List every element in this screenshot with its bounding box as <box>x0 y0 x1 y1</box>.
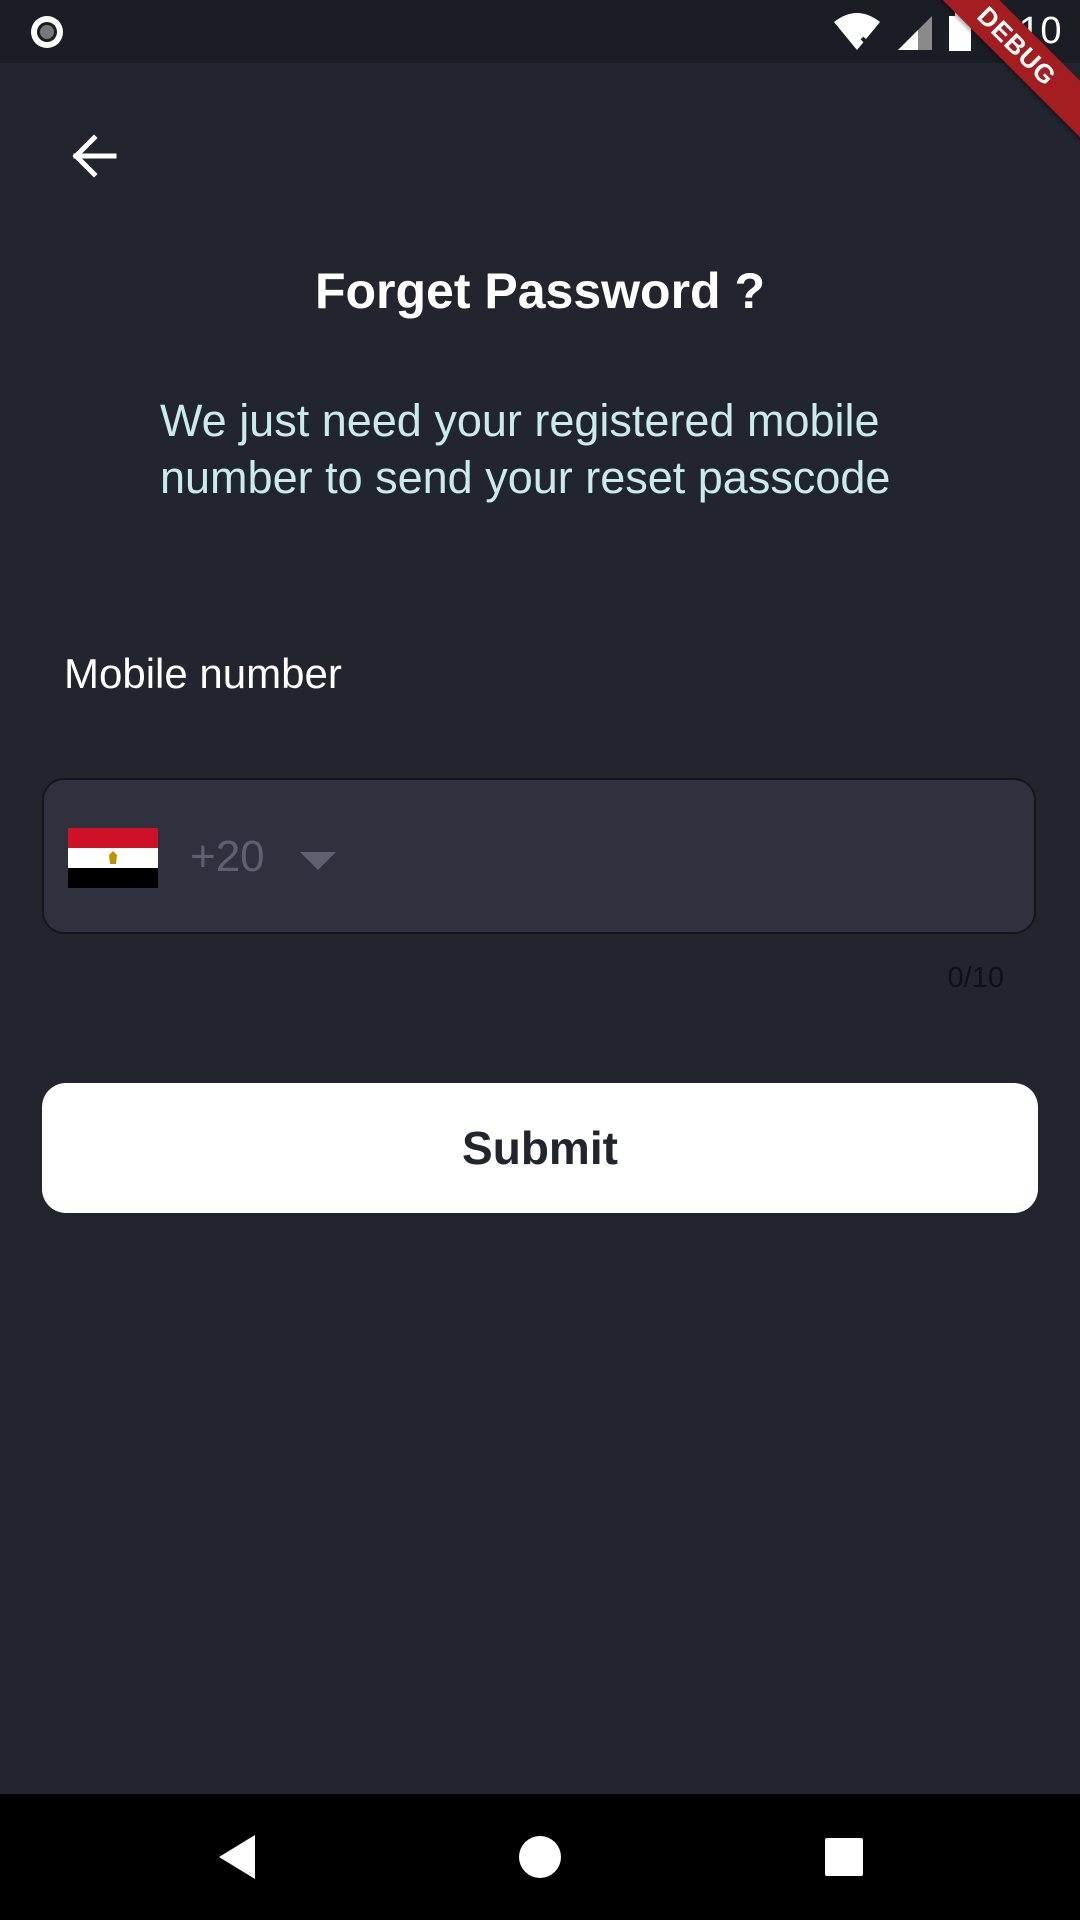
chevron-down-icon[interactable] <box>298 850 338 872</box>
arrow-left-icon <box>72 134 117 178</box>
home-circle-icon <box>519 1836 561 1878</box>
page-title: Forget Password ? <box>314 263 766 319</box>
back-triangle-icon <box>219 1835 255 1879</box>
signal-icon <box>898 15 933 50</box>
mobile-number-label: Mobile number <box>64 650 342 697</box>
phone-field[interactable]: +20 <box>42 778 1036 934</box>
system-home-button[interactable] <box>507 1824 573 1890</box>
system-recents-button[interactable] <box>811 1824 877 1890</box>
submit-button[interactable]: Submit <box>42 1083 1038 1213</box>
system-navigation-bar <box>0 1794 1080 1920</box>
mobile-number-input[interactable] <box>364 810 1008 908</box>
character-counter: 0/10 <box>947 962 1004 994</box>
back-button[interactable] <box>58 120 130 192</box>
subtitle: We just need your registered mobile numb… <box>160 395 891 503</box>
recents-square-icon <box>825 1838 863 1876</box>
country-code[interactable]: +20 <box>190 832 265 882</box>
status-bar: 6:10 <box>0 0 1080 63</box>
system-back-button[interactable] <box>204 1824 270 1890</box>
egypt-flag-icon[interactable] <box>68 828 158 888</box>
wifi-icon <box>834 12 881 50</box>
record-icon <box>31 16 63 48</box>
